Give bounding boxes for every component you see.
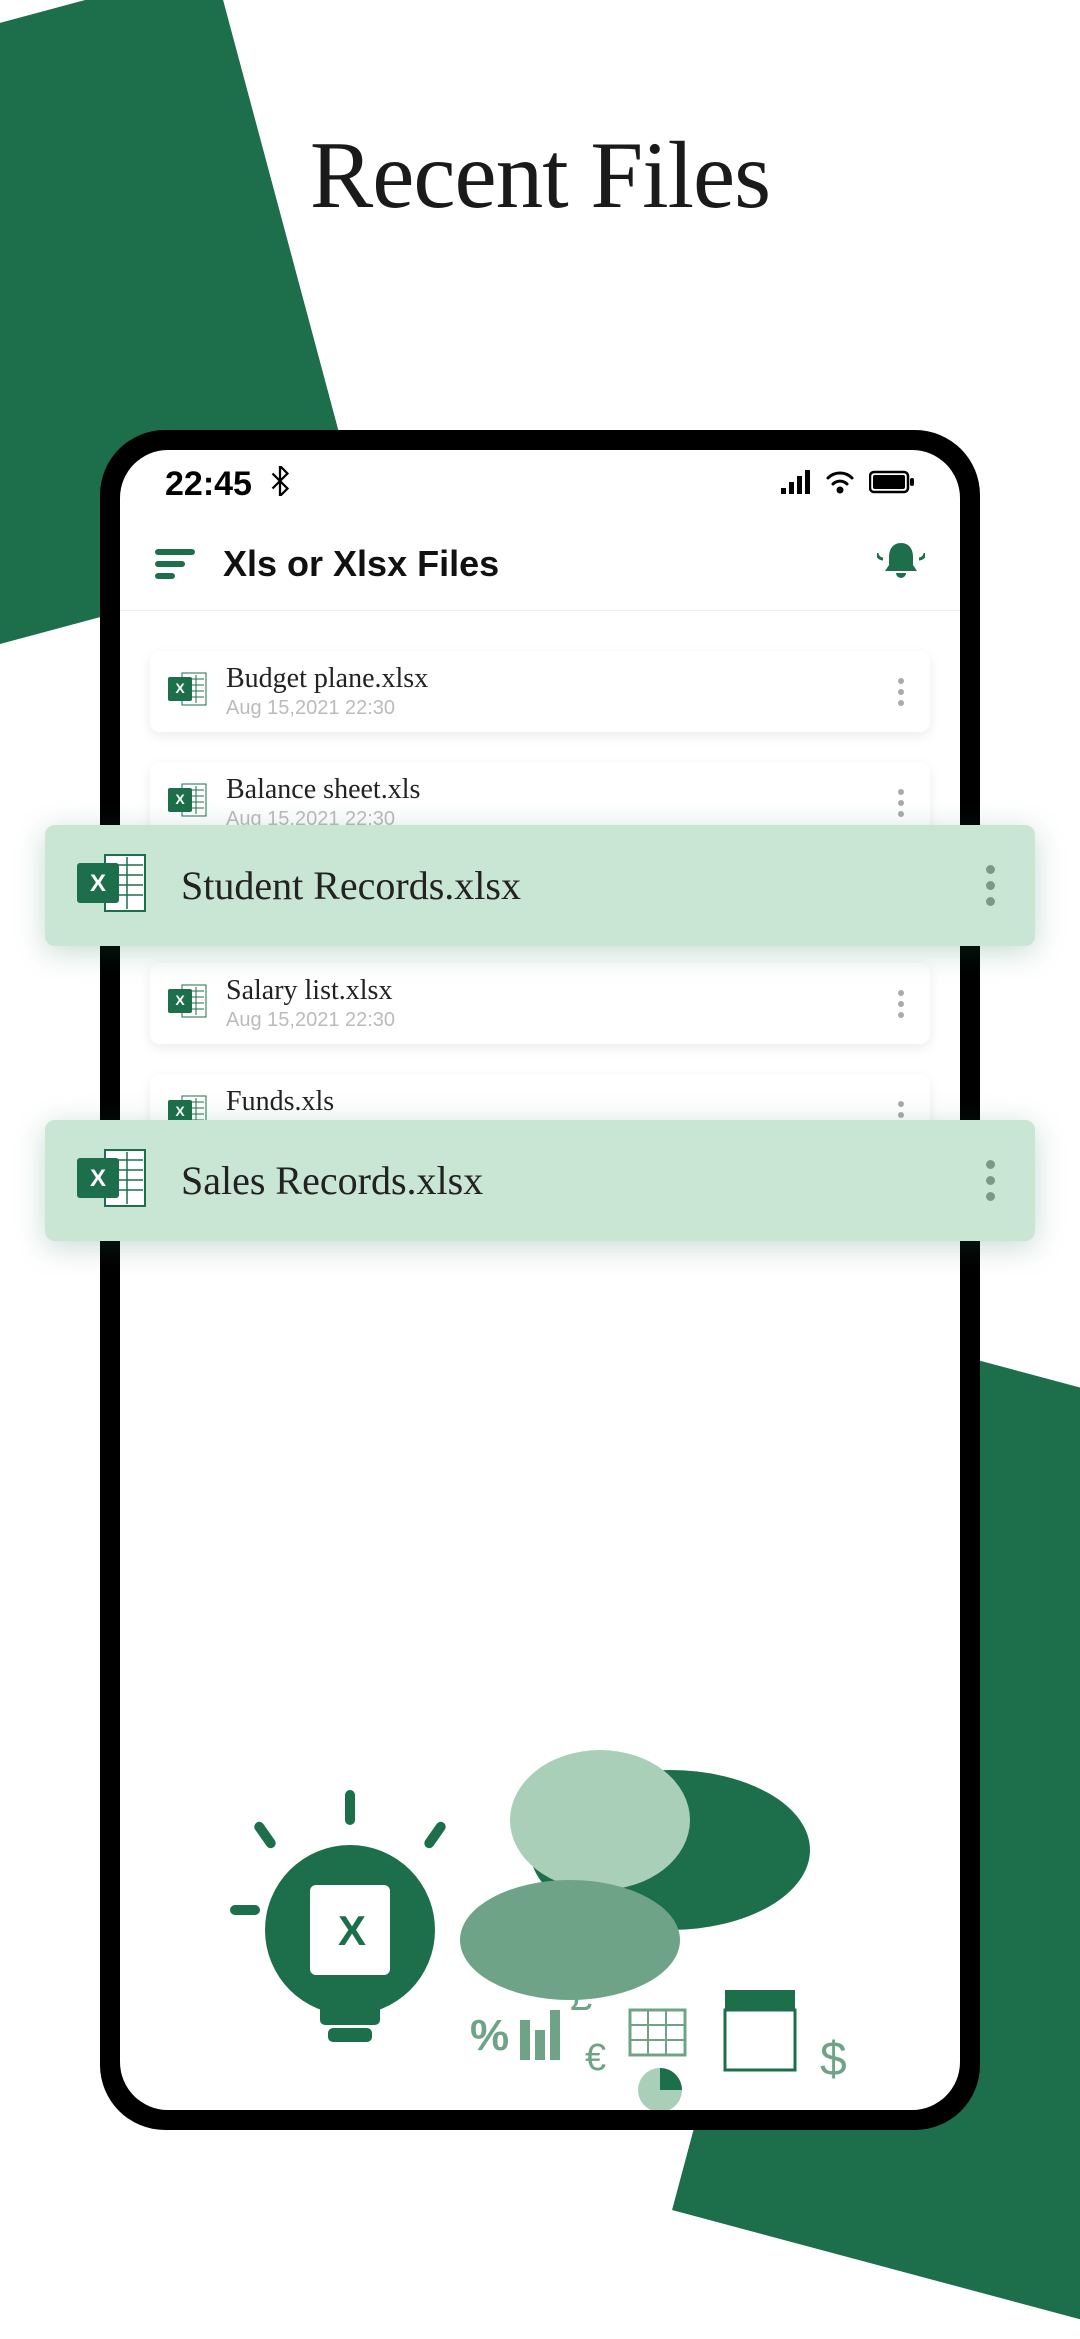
bluetooth-icon: [270, 466, 290, 503]
signal-icon: [781, 470, 811, 499]
battery-icon: [869, 470, 915, 499]
excel-icon: X: [77, 849, 149, 922]
svg-text:%: %: [470, 2011, 509, 2060]
svg-text:£: £: [570, 1975, 592, 2019]
app-header-title: Xls or Xlsx Files: [223, 543, 849, 585]
file-name: Salary list.xlsx: [226, 975, 872, 1007]
phone-frame: 22:45 Xls or Xlsx Files: [100, 430, 980, 2130]
phone-screen: 22:45 Xls or Xlsx Files: [120, 450, 960, 2110]
highlight-file-item[interactable]: X Student Records.xlsx: [45, 825, 1035, 946]
file-name: Budget plane.xlsx: [226, 663, 872, 695]
highlight-file-name: Sales Records.xlsx: [181, 1157, 946, 1204]
more-icon[interactable]: [978, 857, 1003, 914]
page-title: Recent Files: [0, 120, 1080, 230]
file-item[interactable]: X Budget plane.xlsx Aug 15,2021 22:30: [150, 651, 930, 732]
app-header: Xls or Xlsx Files: [120, 514, 960, 611]
status-time: 22:45: [165, 465, 252, 504]
menu-icon[interactable]: [155, 549, 195, 579]
more-icon[interactable]: [978, 1152, 1003, 1209]
file-name: Balance sheet.xls: [226, 774, 872, 806]
illustration: X % € £ $: [120, 1730, 960, 2110]
highlight-file-name: Student Records.xlsx: [181, 862, 946, 909]
highlight-file-item[interactable]: X Sales Records.xlsx: [45, 1120, 1035, 1241]
svg-text:€: €: [585, 2037, 606, 2079]
file-name: Funds.xls: [226, 1086, 872, 1118]
excel-icon: X: [168, 669, 208, 714]
svg-text:X: X: [175, 1103, 185, 1119]
more-icon[interactable]: [890, 982, 912, 1026]
svg-text:X: X: [175, 791, 185, 807]
excel-icon: X: [168, 780, 208, 825]
bell-icon[interactable]: [877, 539, 925, 588]
status-bar: 22:45: [120, 450, 960, 514]
svg-text:X: X: [175, 680, 185, 696]
excel-icon: X: [77, 1144, 149, 1217]
wifi-icon: [825, 470, 855, 499]
svg-text:$: $: [820, 2033, 847, 2086]
file-date: Aug 15,2021 22:30: [226, 1009, 872, 1032]
svg-text:X: X: [90, 870, 106, 897]
file-date: Aug 15,2021 22:30: [226, 697, 872, 720]
more-icon[interactable]: [890, 670, 912, 714]
more-icon[interactable]: [890, 781, 912, 825]
svg-text:X: X: [338, 1907, 366, 1954]
file-item[interactable]: X Salary list.xlsx Aug 15,2021 22:30: [150, 963, 930, 1044]
svg-text:X: X: [90, 1165, 106, 1192]
svg-text:X: X: [175, 992, 185, 1008]
excel-icon: X: [168, 981, 208, 1026]
